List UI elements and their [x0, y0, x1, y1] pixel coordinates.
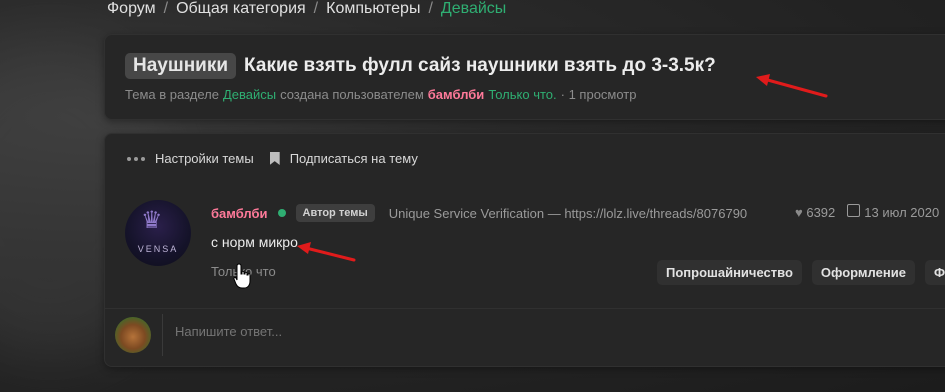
- user-stats: ♥ 6392 13 июл 2020: [795, 204, 939, 220]
- tag-begging[interactable]: Попрошайничество: [657, 260, 802, 285]
- crown-icon: ♛: [141, 207, 163, 234]
- breadcrumb-general[interactable]: Общая категория: [176, 0, 306, 18]
- meta-section-link[interactable]: Девайсы: [223, 87, 276, 102]
- post-actions: Попрошайничество Оформление Ф: [657, 260, 945, 285]
- author-avatar[interactable]: ♛ VENSA: [125, 200, 191, 266]
- meta-views: · 1 просмотр: [560, 87, 637, 102]
- heart-icon: ♥: [795, 204, 803, 220]
- calendar-icon: [847, 204, 861, 217]
- avatar-text: VENSA: [137, 244, 179, 254]
- post-author[interactable]: бамблби: [211, 206, 268, 221]
- breadcrumb-computers[interactable]: Компьютеры: [326, 0, 420, 18]
- thread-title: Какие взять фулл сайз наушники взять до …: [244, 55, 716, 76]
- hand-cursor-icon: [233, 263, 251, 289]
- bookmark-icon[interactable]: [269, 152, 280, 165]
- post-header: бамблби Автор темы Unique Service Verifi…: [211, 204, 747, 222]
- meta-time: Только что.: [488, 87, 557, 102]
- thread-tools: Настройки темы Подписаться на тему: [127, 151, 418, 166]
- breadcrumb-separator: /: [428, 0, 433, 17]
- current-user-avatar: [115, 317, 151, 353]
- breadcrumb-separator: /: [313, 0, 319, 17]
- thread-meta: Тема в разделе Девайсы создана пользоват…: [125, 87, 637, 102]
- post-body: с норм микро: [211, 234, 298, 250]
- thread-prefix[interactable]: Наушники: [125, 53, 237, 79]
- divider: [162, 314, 163, 356]
- breadcrumb-separator: /: [163, 0, 169, 17]
- meta-text: Тема в разделе: [125, 87, 219, 102]
- divider: [105, 308, 945, 309]
- likes-count: 6392: [806, 204, 836, 220]
- thread-settings-button[interactable]: Настройки темы: [155, 151, 254, 166]
- register-date: 13 июл 2020: [864, 205, 940, 220]
- reply-input[interactable]: [173, 323, 677, 340]
- breadcrumb-devices[interactable]: Девайсы: [441, 0, 506, 18]
- subscribe-button[interactable]: Подписаться на тему: [290, 151, 418, 166]
- breadcrumb: Форум / Общая категория / Компьютеры / Д…: [107, 0, 506, 18]
- author-badge: Автор темы: [295, 204, 375, 222]
- online-status-icon: [277, 209, 286, 217]
- thread-header: Наушники Какие взять фулл сайз наушники …: [104, 34, 945, 120]
- tag-truncated[interactable]: Ф: [924, 260, 945, 285]
- tag-design[interactable]: Оформление: [811, 260, 915, 285]
- post-panel: Настройки темы Подписаться на тему ♛ VEN…: [104, 133, 945, 367]
- breadcrumb-forum[interactable]: Форум: [107, 0, 156, 18]
- user-signature[interactable]: Unique Service Verification — https://lo…: [389, 206, 747, 221]
- meta-author-link[interactable]: бамблби: [428, 87, 485, 102]
- more-dots-icon[interactable]: [127, 156, 145, 161]
- meta-text: создана пользователем: [280, 87, 424, 102]
